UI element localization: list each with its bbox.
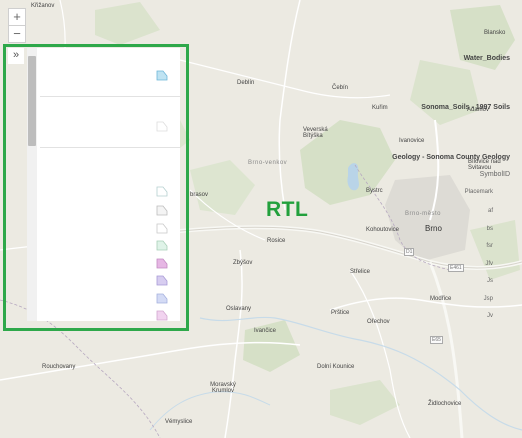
legend-item-label: Jfv — [485, 261, 493, 267]
place-label-cebin: Čebín — [332, 85, 349, 91]
road-shield-d1: D1 — [404, 248, 415, 256]
place-label-brasov: brasov — [190, 192, 209, 198]
place-label-orechov: Ořechov — [367, 319, 390, 325]
zoom-out-button[interactable]: − — [8, 25, 26, 43]
place-label-rouchovany: Rouchovany — [42, 364, 76, 370]
place-label-strelice: Střelice — [350, 269, 371, 275]
place-label-ivancice: Ivančice — [254, 328, 277, 334]
place-label-kohoutovice: Kohoutovice — [366, 227, 400, 233]
field-name-symbolid: SymbolID — [479, 171, 510, 178]
legend-item-label: Jv — [487, 313, 493, 319]
layer-title-geology: Geology - Sonoma County Geology — [392, 154, 510, 161]
place-label-deblin: Deblín — [237, 80, 255, 86]
place-label-bystrc: Bystrc — [366, 188, 383, 194]
place-label-kurim: Kuřim — [372, 105, 388, 111]
place-label-blansko: Blansko — [484, 30, 506, 36]
layer-title-sonoma-soils: Sonoma_Soils - 1997 Soils — [421, 104, 510, 111]
place-label-moravsky-krumlov: Moravský Krumlov — [210, 382, 236, 394]
legend-item-label: af — [487, 208, 493, 214]
layer-title-water-bodies: Water_Bodies — [463, 55, 510, 62]
place-label-veverska-bityska: Veverská Bítýška — [303, 127, 328, 139]
place-label-brno: Brno — [425, 224, 442, 233]
place-label-zbysov: Zbýšov — [233, 260, 253, 266]
place-label-krizanov: Křižanov — [31, 3, 55, 9]
legend-item-label: Placemark — [464, 189, 493, 195]
road-shield-e65: E65 — [430, 336, 443, 344]
place-label-zidlochovice: Židlochovice — [428, 401, 462, 407]
place-label-modrice: Modřice — [430, 296, 452, 302]
place-label-rosice: Rosice — [267, 238, 286, 244]
road-shield-e461: E461 — [448, 264, 464, 272]
place-label-brno-venkov: Brno-venkov — [248, 160, 288, 166]
place-label-pristice: Prštice — [331, 310, 350, 316]
place-label-brno-mesto: Brno-město — [405, 211, 442, 217]
place-label-ivanovice: Ivanovice — [399, 138, 425, 144]
legend-item-label: fsr — [486, 243, 493, 249]
place-label-dolni-kounice: Dolní Kounice — [317, 364, 355, 370]
place-label-vemyslice: Vémyslice — [165, 419, 193, 425]
place-label-oslavany: Oslavany — [226, 306, 252, 312]
zoom-in-button[interactable]: + — [8, 8, 26, 26]
legend-item-label: Js — [487, 278, 493, 284]
rtl-label: RTL — [266, 198, 309, 221]
legend-highlight-frame — [3, 44, 189, 331]
legend-item-label: bs — [486, 226, 493, 232]
legend-item-label: Jsp — [483, 296, 493, 302]
